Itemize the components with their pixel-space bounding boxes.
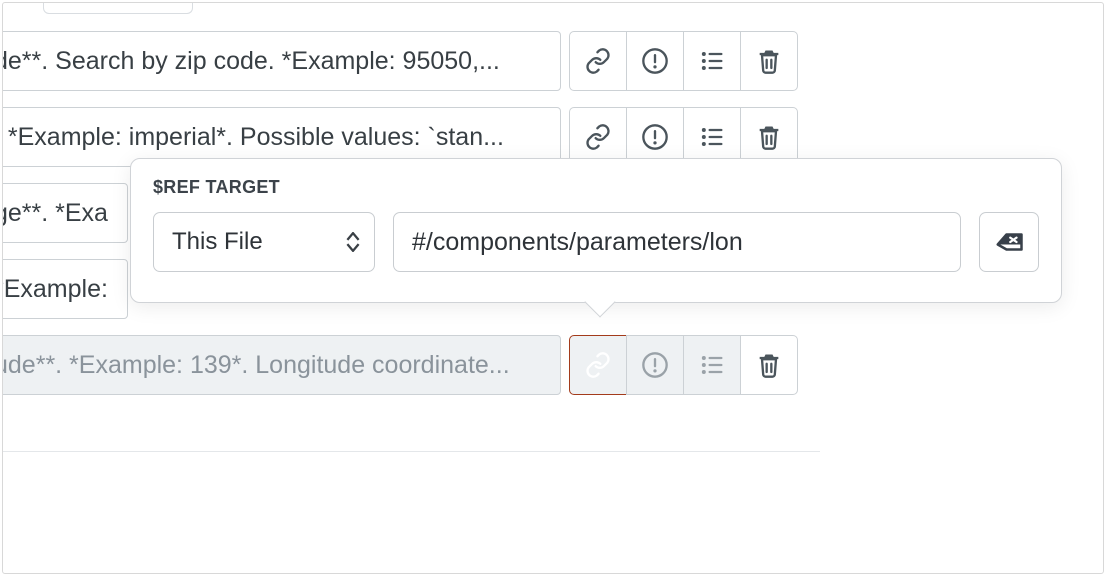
parameter-row[interactable]: ge**. *Exa (2, 183, 128, 243)
parameter-description: . *Example: imperial*. Possible values: … (2, 123, 504, 152)
ref-target-popover: $REF TARGET This File (130, 158, 1062, 303)
ref-button[interactable] (569, 31, 627, 91)
ref-source-select[interactable]: This File (153, 212, 375, 272)
popover-title: $REF TARGET (153, 177, 1039, 198)
warning-button[interactable] (626, 31, 684, 91)
popover-arrow-icon (584, 286, 615, 317)
parameter-description: ge**. *Exa (2, 199, 108, 228)
list-button[interactable] (683, 31, 741, 91)
row-actions (569, 31, 798, 91)
row-actions (569, 335, 798, 395)
warning-button[interactable] (626, 335, 684, 395)
list-button[interactable] (683, 335, 741, 395)
parameter-row[interactable]: *Example: (2, 259, 128, 319)
ref-source-value: This File (172, 228, 263, 256)
parameter-description: de**. Search by zip code. *Example: 9505… (2, 47, 500, 76)
delete-button[interactable] (740, 335, 798, 395)
parameter-row[interactable]: ude**. *Example: 139*. Longitude coordin… (2, 335, 561, 395)
parameter-description: ude**. *Example: 139*. Longitude coordin… (2, 351, 510, 380)
clear-button[interactable] (979, 212, 1039, 272)
parameter-row[interactable]: de**. Search by zip code. *Example: 9505… (2, 31, 561, 91)
delete-button[interactable] (740, 31, 798, 91)
divider (2, 451, 820, 452)
ref-path-input[interactable] (393, 212, 961, 272)
select-caret-icon (346, 232, 360, 252)
ref-button[interactable] (569, 335, 627, 395)
parameter-description: *Example: (2, 275, 108, 304)
tab-fragment (43, 2, 193, 14)
